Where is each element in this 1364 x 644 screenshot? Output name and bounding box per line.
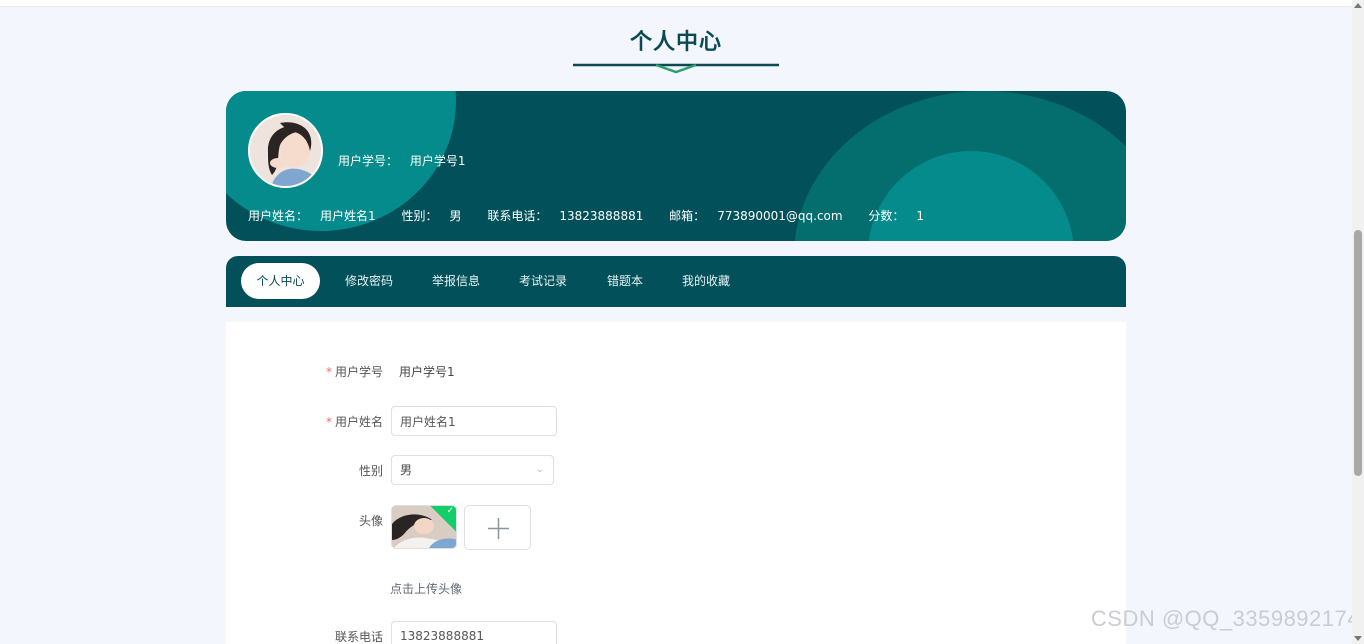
tab-change-password[interactable]: 修改密码 — [334, 263, 404, 299]
profile-info-line: 用户姓名： 用户姓名1 性别：男 联系电话： 13823888881 邮箱： 7738… — [248, 207, 946, 224]
profile-score: 分数： 1 — [868, 209, 925, 223]
check-icon: ✓ — [446, 506, 454, 516]
page-scrollbar[interactable] — [1352, 0, 1364, 644]
profile-uid-label: 用户学号： — [338, 154, 399, 168]
profile-name: 用户姓名： 用户姓名1 — [248, 209, 376, 223]
scroll-up-icon[interactable] — [1354, 3, 1362, 8]
page-title: 个人中心 — [629, 30, 722, 55]
tab-favorites[interactable]: 我的收藏 — [672, 263, 740, 299]
profile-gender: 性别：男 — [401, 209, 462, 223]
avatar-label: 头像 — [358, 514, 383, 528]
name-label: * 用户姓名 — [325, 415, 383, 429]
plus-icon — [488, 518, 509, 539]
profile-banner: 用户学号： 用户学号1 用户姓名： 用户姓名1 性别：男 联系电话： 1382388… — [226, 91, 1126, 241]
tab-wrong-questions[interactable]: 错题本 — [595, 263, 655, 299]
profile-uid: 用户学号： 用户学号1 — [338, 152, 465, 169]
name-input[interactable] — [391, 406, 557, 436]
profile-uid-value: 用户学号1 — [409, 154, 466, 168]
avatar — [248, 113, 323, 188]
profile-tabs: 个人中心 修改密码 举报信息 考试记录 错题本 我的收藏 — [226, 256, 1126, 307]
gender-select[interactable]: 男 ⌄ — [391, 455, 554, 485]
phone-input[interactable] — [391, 621, 557, 644]
tab-reports[interactable]: 举报信息 — [421, 263, 491, 299]
profile-email: 邮箱： 773890001@qq.com — [669, 209, 843, 223]
title-underline — [573, 63, 779, 74]
uid-label: * 用户学号 — [325, 365, 383, 379]
uid-value: 用户学号1 — [399, 365, 455, 379]
tab-personal-center[interactable]: 个人中心 — [241, 263, 320, 299]
gender-label: 性别 — [358, 464, 383, 478]
phone-label: 联系电话 — [334, 630, 383, 644]
profile-form: *用户学号 用户学号1 *用户姓名 性别 男 ⌄ 头像 ✓ 点击上传头像 联系电… — [226, 322, 1126, 644]
avatar-upload-button[interactable] — [464, 505, 531, 550]
gender-select-value: 男 — [400, 463, 413, 477]
profile-phone: 联系电话： 13823888881 — [487, 209, 644, 223]
upload-hint: 点击上传头像 — [390, 582, 463, 596]
watermark: CSDN @QQ_3359892174 — [1090, 606, 1360, 631]
scroll-down-icon[interactable] — [1354, 636, 1362, 641]
tab-exam-records[interactable]: 考试记录 — [508, 263, 578, 299]
avatar-thumbnail[interactable]: ✓ — [391, 505, 457, 549]
scroll-thumb[interactable] — [1354, 230, 1362, 476]
top-border — [0, 0, 1352, 7]
chevron-down-icon: ⌄ — [535, 464, 544, 475]
